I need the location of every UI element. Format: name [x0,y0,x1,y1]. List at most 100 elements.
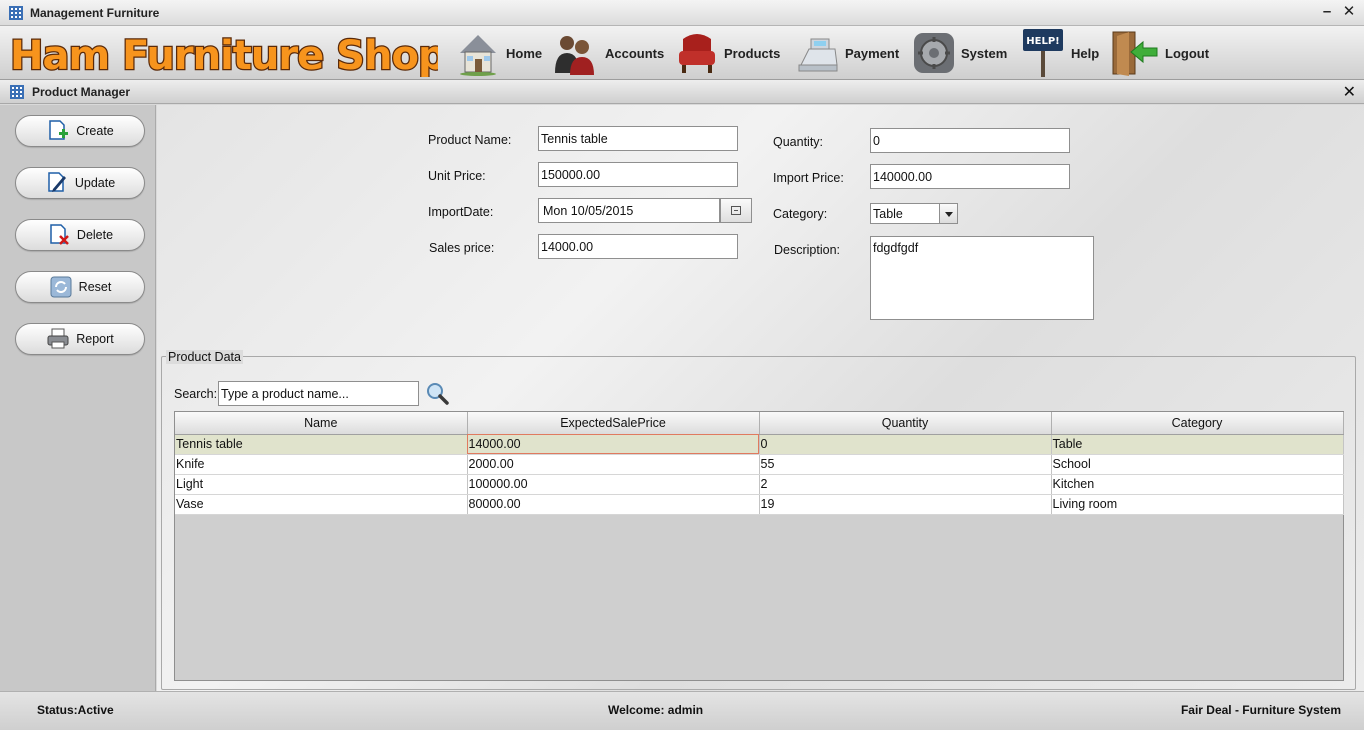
top-navigation: Ham Furniture Shop Home Accounts Product… [0,26,1364,80]
table-cell[interactable]: Kitchen [1051,474,1344,495]
category-label: Category: [773,207,828,221]
minimize-button[interactable]: – [1318,3,1336,21]
table-row[interactable]: Vase 80000.00 19 Living room [175,494,1344,515]
panel-titlebar: Product Manager ✕ [0,80,1364,104]
table-cell[interactable]: 100000.00 [467,474,760,495]
delete-button[interactable]: Delete [15,219,145,251]
nav-logout-label: Logout [1165,45,1210,61]
search-icon[interactable] [425,381,449,405]
panel-grid-icon [10,85,24,99]
printer-icon [47,328,69,349]
reset-button[interactable]: Reset [15,271,145,303]
window-close-button[interactable]: ✕ [1340,3,1358,21]
cash-register-icon [798,38,838,72]
nav-help-label: Help [1071,45,1100,61]
calendar-icon [731,206,741,215]
nav-help[interactable]: HELP! Help [1021,26,1099,80]
description-field[interactable]: fdgdfgdf [870,236,1094,320]
help-sign-icon: HELP! [1023,29,1063,77]
nav-home-label: Home [506,45,543,61]
panel-close-button[interactable]: ✕ [1343,82,1356,102]
table-row[interactable]: Light 100000.00 2 Kitchen [175,474,1344,495]
create-label: Create [76,124,114,138]
shop-logo: Ham Furniture Shop [9,32,438,77]
edit-doc-icon [48,172,66,192]
column-header-name[interactable]: Name [175,412,468,435]
table-cell[interactable]: Light [175,474,468,495]
window-titlebar: Management Furniture – ✕ [0,0,1364,26]
search-label: Search: [174,387,218,401]
category-select[interactable]: Table [870,203,958,224]
table-cell[interactable]: 80000.00 [467,494,760,515]
table-row[interactable]: Tennis table 14000.00 0 Table [175,434,1344,455]
table-row[interactable]: Knife 2000.00 55 School [175,454,1344,475]
nav-accounts[interactable]: Accounts [551,26,664,80]
unit-price-field[interactable] [538,162,738,187]
update-button[interactable]: Update [15,167,145,199]
column-header-expected-sale-price[interactable]: ExpectedSalePrice [467,412,760,435]
date-picker-button[interactable] [720,198,752,223]
nav-accounts-label: Accounts [605,45,665,61]
sales-price-label: Sales price: [429,241,495,255]
quantity-field[interactable] [870,128,1070,153]
table-cell[interactable]: Table [1051,434,1344,455]
column-header-quantity[interactable]: Quantity [759,412,1052,435]
product-data-title: Product Data [166,350,243,364]
table-cell[interactable]: 2 [759,474,1052,495]
import-price-label: Import Price: [773,171,844,185]
app-grid-icon [9,6,23,20]
import-price-field[interactable] [870,164,1070,189]
description-label: Description: [774,243,840,257]
logout-door-icon [1112,31,1158,76]
report-button[interactable]: Report [15,323,145,355]
nav-products-label: Products [724,45,781,61]
product-table: Name ExpectedSalePrice Quantity Category… [174,411,1344,681]
report-label: Report [76,332,114,346]
house-icon [460,35,496,76]
nav-payment[interactable]: Payment [797,26,899,80]
gear-icon [914,33,954,73]
category-value: Table [873,207,903,221]
nav-system-label: System [961,45,1008,61]
table-cell[interactable]: 2000.00 [467,454,760,475]
table-cell[interactable]: 55 [759,454,1052,475]
chevron-down-icon[interactable] [939,204,957,223]
sales-price-field[interactable] [538,234,738,259]
nav-payment-label: Payment [845,45,900,61]
svg-text:HELP!: HELP! [1026,36,1059,47]
nav-logout[interactable]: Logout [1111,26,1209,80]
column-header-category[interactable]: Category [1051,412,1344,435]
delete-doc-icon [50,224,69,245]
status-text: Status:Active [37,703,114,717]
table-header-row: Name ExpectedSalePrice Quantity Category [175,412,1344,435]
status-bar: Status:Active Welcome: admin Fair Deal -… [0,691,1364,730]
reset-label: Reset [78,280,112,294]
refresh-icon [50,276,72,298]
welcome-text: Welcome: admin [608,703,704,717]
quantity-label: Quantity: [773,135,824,149]
table-cell[interactable]: School [1051,454,1344,475]
action-sidebar: Create Update Delete Reset Report [0,105,156,691]
delete-label: Delete [76,228,114,242]
table-cell[interactable]: 19 [759,494,1052,515]
import-date-field[interactable] [538,198,720,223]
people-icon [555,36,594,75]
table-cell[interactable]: Vase [175,494,468,515]
table-cell[interactable]: Tennis table [175,434,468,455]
window-title: Management Furniture [30,6,160,20]
unit-price-label: Unit Price: [428,169,486,183]
table-cell[interactable]: Knife [175,454,468,475]
svg-text:Ham Furniture Shop: Ham Furniture Shop [10,33,438,77]
table-cell[interactable]: 14000.00 [467,434,760,455]
table-cell[interactable]: Living room [1051,494,1344,515]
create-doc-icon [49,120,69,140]
panel-title: Product Manager [32,85,131,99]
create-button[interactable]: Create [15,115,145,147]
nav-system[interactable]: System [913,26,1007,80]
table-cell[interactable]: 0 [759,434,1052,455]
product-name-field[interactable] [538,126,738,151]
nav-products[interactable]: Products [676,26,780,80]
nav-home[interactable]: Home [456,26,542,80]
search-input[interactable] [218,381,419,406]
armchair-icon [679,34,715,73]
